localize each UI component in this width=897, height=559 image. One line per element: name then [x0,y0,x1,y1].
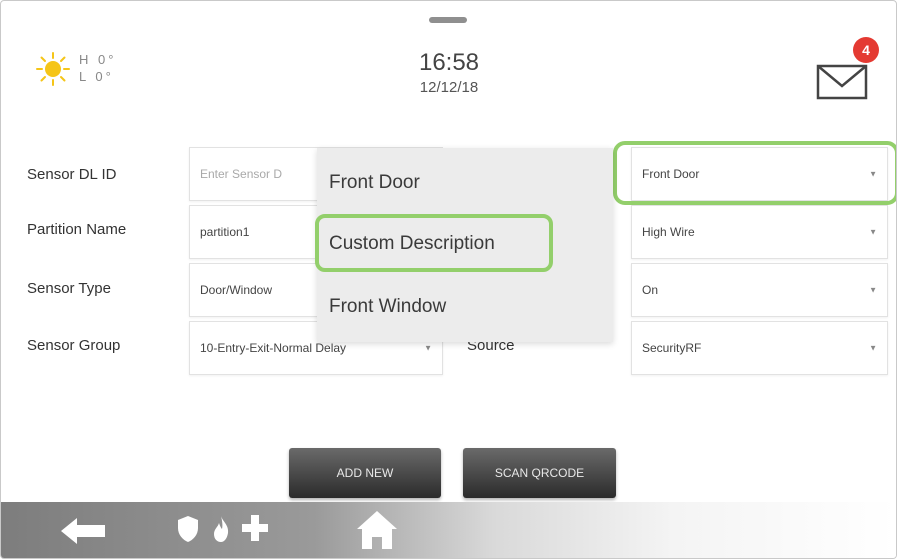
lo-temp: L 0° [79,69,114,84]
screen: H 0° L 0° 16:58 12/12/18 4 Sensor DL ID … [0,0,897,559]
hi-temp: H 0° [79,52,117,67]
sensor-group-value: 10-Entry-Exit-Normal Delay [200,341,347,355]
envelope-icon[interactable] [816,58,874,100]
home-icon[interactable] [355,508,399,552]
sun-icon [36,52,70,86]
fire-icon[interactable] [211,514,231,544]
label-sensor-type: Sensor Type [27,280,111,297]
pull-down-handle[interactable] [429,17,467,23]
shield-icon[interactable] [177,514,199,544]
sensor-dl-id-placeholder: Enter Sensor D [200,167,283,181]
sensor-type-value: Door/Window [200,283,273,297]
bottom-nav-bar [1,502,896,558]
sensor-name-highlight [613,141,896,205]
scan-qrcode-button[interactable]: SCAN QRCODE [463,448,616,498]
label-partition-name: Partition Name [27,221,127,238]
chevron-down-icon: ▼ [869,227,877,237]
current-time: 16:58 [418,49,480,76]
message-count-badge: 4 [853,37,879,63]
chime-select[interactable]: High Wire ▼ [631,205,888,259]
chevron-down-icon: ▼ [869,343,877,353]
hi-lo-temps: H 0° L 0° [79,51,116,85]
partition-name-value: partition1 [200,225,250,239]
back-arrow-icon[interactable] [61,516,107,546]
weather-widget[interactable]: H 0° L 0° [35,51,165,96]
voice-prompt-select[interactable]: On ▼ [631,263,888,317]
clock: 16:58 12/12/18 [349,49,549,99]
chevron-down-icon: ▼ [424,343,432,353]
source-value: SecurityRF [642,341,702,355]
custom-description-highlight [315,214,553,272]
label-sensor-dl-id: Sensor DL ID [27,166,117,183]
dropdown-option-front-window[interactable]: Front Window [329,296,446,318]
current-date: 12/12/18 [419,79,479,96]
label-sensor-group: Sensor Group [27,337,121,354]
medical-cross-icon[interactable] [241,514,269,542]
add-new-button[interactable]: ADD NEW [289,448,441,498]
source-select[interactable]: SecurityRF ▼ [631,321,888,375]
voice-prompt-value: On [642,283,659,297]
chevron-down-icon: ▼ [869,285,877,295]
dropdown-option-front-door[interactable]: Front Door [329,172,420,194]
chime-value: High Wire [642,225,695,239]
